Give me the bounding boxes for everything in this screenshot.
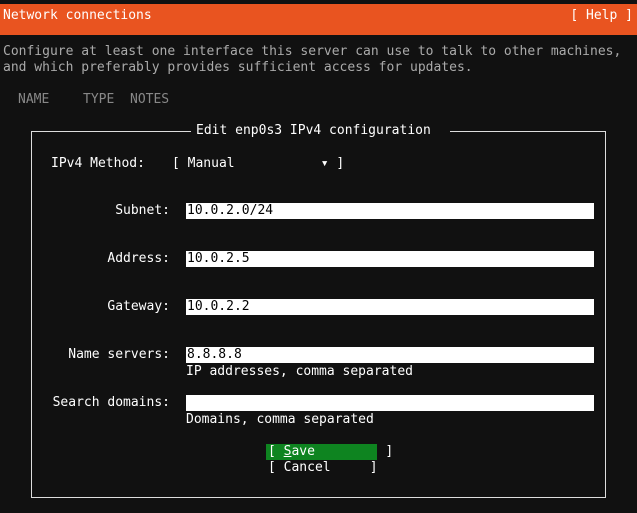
dialog-border-top-right xyxy=(450,131,605,132)
dialog-title: Edit enp0s3 IPv4 configuration xyxy=(196,123,431,138)
name-servers-hint: IP addresses, comma separated xyxy=(186,364,413,379)
subnet-label: Subnet: xyxy=(115,203,170,218)
save-bracket: [ xyxy=(268,444,284,459)
cancel-button[interactable]: [ Cancel ] xyxy=(268,460,378,476)
name-servers-input[interactable]: 8.8.8.8 xyxy=(186,347,594,363)
description-line-2: and which preferably provides sufficient… xyxy=(3,60,473,75)
search-domains-hint: Domains, comma separated xyxy=(186,412,374,427)
gateway-label: Gateway: xyxy=(107,299,170,314)
ipv4-method-label: IPv4 Method: xyxy=(51,156,145,171)
search-domains-input[interactable] xyxy=(186,395,594,411)
address-input[interactable]: 10.0.2.5 xyxy=(186,251,594,267)
column-name: NAME xyxy=(18,92,50,107)
name-servers-label: Name servers: xyxy=(68,347,170,362)
column-type: TYPE xyxy=(83,92,115,107)
dialog-border-top-left xyxy=(31,131,191,132)
save-label: ave ] xyxy=(291,444,394,459)
help-button[interactable]: [ Help ] xyxy=(570,8,633,24)
search-domains-label: Search domains: xyxy=(52,395,170,410)
save-button[interactable]: [ Save ] xyxy=(266,444,393,460)
ipv4-method-dropdown[interactable]: [ Manual ▾ ] xyxy=(172,156,344,172)
description-line-1: Configure at least one interface this se… xyxy=(3,44,622,59)
column-notes: NOTES xyxy=(130,92,170,107)
page-title: Network connections xyxy=(3,8,152,23)
gateway-input[interactable]: 10.0.2.2 xyxy=(186,299,594,315)
address-label: Address: xyxy=(107,251,170,266)
subnet-input[interactable]: 10.0.2.0/24 xyxy=(186,203,594,219)
